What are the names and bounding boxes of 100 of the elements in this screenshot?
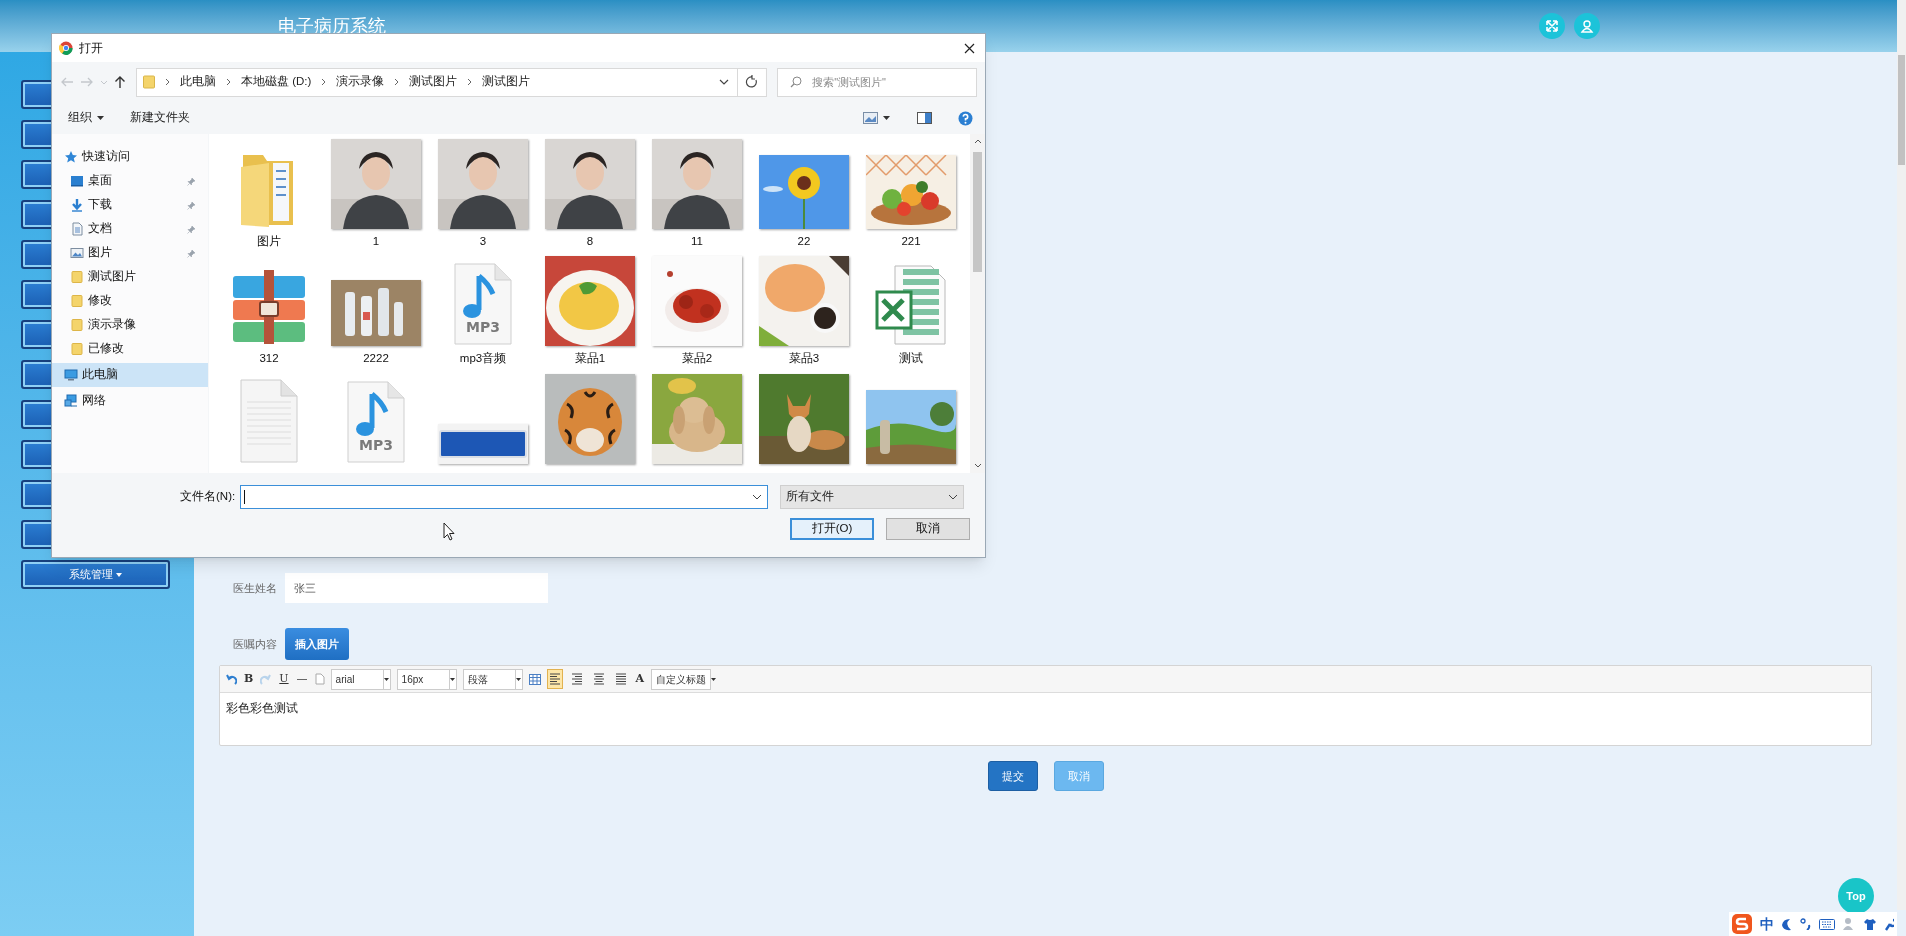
file-name[interactable]: 1 <box>372 233 380 251</box>
horizontal-rule-button[interactable]: — <box>295 670 309 688</box>
nav-item[interactable]: 网络 <box>52 389 208 413</box>
keyboard-icon[interactable] <box>1819 918 1835 930</box>
underline-button[interactable]: U <box>278 670 290 688</box>
nav-item[interactable]: 测试图片 <box>52 265 208 289</box>
scrollbar[interactable] <box>1897 0 1906 910</box>
dropdown[interactable]: 段落 <box>462 668 523 690</box>
scroll-thumb[interactable] <box>1898 55 1905 165</box>
scroll-down-icon[interactable] <box>973 463 982 468</box>
nav-item[interactable]: 修改 <box>52 289 208 313</box>
field-label: 医嘱内容 <box>233 636 278 652</box>
cancel-button[interactable]: 取消 <box>886 518 970 540</box>
insert-image-button[interactable]: 插入图片 <box>285 628 349 660</box>
refresh-icon[interactable] <box>737 67 768 97</box>
breadcrumb-item[interactable]: 此电脑 <box>179 73 216 91</box>
align-button[interactable] <box>546 669 563 689</box>
file-name[interactable]: mp3音频 <box>459 350 507 368</box>
breadcrumb-item[interactable]: 测试图片 <box>482 73 531 91</box>
breadcrumb-item[interactable]: 本地磁盘 (D:) <box>240 73 312 91</box>
file-type-dropdown[interactable]: 所有文件 <box>780 485 965 509</box>
file-name[interactable]: 2222 <box>363 350 389 368</box>
folder-icon <box>70 342 84 356</box>
user-button[interactable] <box>1574 13 1600 39</box>
folder-icon <box>70 318 84 332</box>
file-type-label: MP3 <box>465 318 501 338</box>
file-name[interactable]: 3 <box>479 233 487 251</box>
address-bar[interactable]: 此电脑 本地磁盘 (D:) 演示录像 测试图片 测试图片 <box>135 67 739 97</box>
file-name[interactable]: 菜品3 <box>788 350 820 368</box>
nav-item[interactable]: 下载 <box>52 193 208 217</box>
file-name[interactable]: 11 <box>691 233 703 251</box>
name-field[interactable]: 张三 <box>285 573 548 603</box>
file-name[interactable]: 图片 <box>257 233 281 251</box>
nav-item[interactable]: 演示录像 <box>52 313 208 337</box>
wrench-icon[interactable] <box>1884 917 1894 931</box>
user-icon <box>1580 19 1594 33</box>
up-icon[interactable] <box>113 75 126 89</box>
nav-item[interactable]: 快速访问 <box>52 145 208 169</box>
dropdown[interactable]: 16px <box>396 668 457 690</box>
filename-field[interactable] <box>240 485 769 509</box>
search-field[interactable]: 搜索"测试图片" <box>777 67 977 97</box>
fullscreen-button[interactable] <box>1539 13 1565 39</box>
caret-icon <box>711 677 717 681</box>
file-name[interactable]: 菜品1 <box>574 350 606 368</box>
font-color-button[interactable]: A <box>634 670 646 688</box>
search-icon <box>790 76 803 88</box>
sidebar-menu-button[interactable]: 系统管理 <box>21 560 170 589</box>
moon-icon[interactable] <box>1781 917 1793 931</box>
toolbar-button[interactable]: 组织 <box>68 109 104 127</box>
image-icon <box>70 246 84 260</box>
document-file-icon <box>239 377 299 464</box>
folder-icon <box>70 270 84 284</box>
shirt-icon[interactable] <box>1863 917 1877 931</box>
field-label: 医生姓名 <box>233 580 278 596</box>
punctuation-icon[interactable] <box>1800 918 1812 930</box>
chevron-right-icon <box>467 78 473 86</box>
network-icon <box>64 394 78 408</box>
close-icon[interactable] <box>964 42 975 54</box>
help-icon[interactable] <box>958 110 973 126</box>
table-icon[interactable] <box>528 673 541 685</box>
folder-icon <box>142 75 155 89</box>
desktop-icon <box>70 174 84 188</box>
nav-item[interactable]: 此电脑 <box>52 363 208 387</box>
scrollbar[interactable] <box>970 134 985 473</box>
open-button[interactable]: 打开(O) <box>790 518 874 540</box>
breadcrumb-item[interactable]: 演示录像 <box>336 73 385 91</box>
align-icon <box>613 671 628 687</box>
file-type-label: MP3 <box>358 435 394 455</box>
nav-item[interactable]: 桌面 <box>52 169 208 193</box>
chevron-right-icon <box>394 78 400 86</box>
file-name[interactable]: 312 <box>259 350 279 368</box>
align-icon <box>591 671 606 687</box>
chevron-down-icon[interactable] <box>719 79 730 85</box>
submit-button[interactable]: 提交 <box>987 761 1038 791</box>
file-name[interactable]: 菜品2 <box>681 350 713 368</box>
preview-pane-icon[interactable] <box>917 112 932 124</box>
input-mode-button[interactable]: 中 <box>1760 913 1774 935</box>
scroll-thumb[interactable] <box>973 152 982 272</box>
breadcrumb-item[interactable]: 测试图片 <box>409 73 458 91</box>
caret-icon <box>384 677 390 681</box>
folder-icon <box>70 294 84 308</box>
editor-text[interactable]: 彩色彩色测试 <box>220 693 1871 745</box>
scroll-up-icon[interactable] <box>973 139 982 144</box>
bold-button[interactable]: B <box>243 670 255 688</box>
chevron-right-icon <box>164 78 170 86</box>
view-icon[interactable] <box>863 112 891 124</box>
nav-item[interactable]: 图片 <box>52 241 208 265</box>
file-name[interactable]: 8 <box>586 233 594 251</box>
dropdown[interactable]: arial <box>330 668 391 690</box>
toolbar-button[interactable]: 新建文件夹 <box>130 109 190 127</box>
audio-file-icon <box>346 379 406 464</box>
align-icon <box>569 671 584 687</box>
nav-item[interactable]: 文档 <box>52 217 208 241</box>
nav-item[interactable]: 已修改 <box>52 337 208 361</box>
input-method-logo-icon[interactable] <box>1731 913 1753 935</box>
file-name[interactable]: 221 <box>901 233 921 251</box>
file-name[interactable]: 测试 <box>899 350 923 368</box>
star-icon <box>64 150 78 164</box>
file-name[interactable]: 22 <box>797 233 811 251</box>
undo-icon[interactable] <box>225 673 237 685</box>
